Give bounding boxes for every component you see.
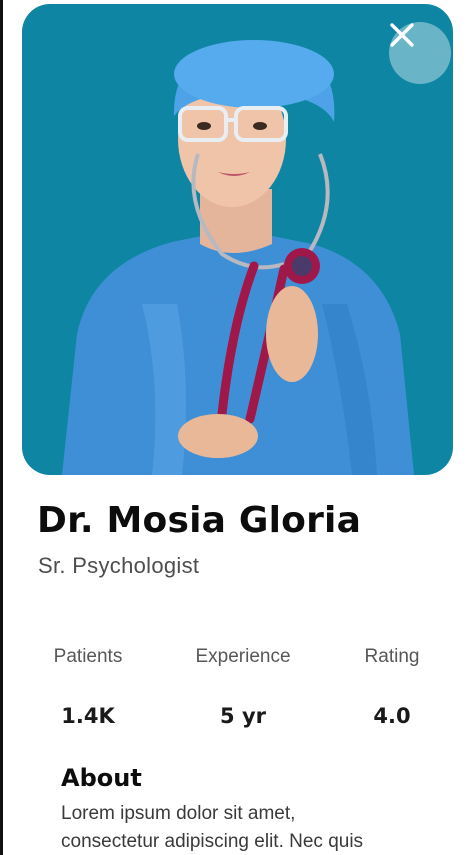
stat-value: 5 yr [220,704,266,728]
doctor-hero-card [22,4,453,475]
close-icon [390,23,414,47]
doctor-name: Dr. Mosia Gloria [37,500,362,541]
stat-experience: Experience 5 yr [168,646,318,728]
about-text: Lorem ipsum dolor sit amet, consectetur … [61,800,441,855]
doctor-photo [62,40,414,475]
stat-rating: Rating 4.0 [317,646,467,728]
stat-label: Rating [364,646,420,667]
left-edge-divider [0,0,3,855]
about-line: consectetur adipiscing elit. Nec quis [61,831,364,852]
close-button[interactable] [389,22,451,84]
stat-patients: Patients 1.4K [13,646,163,728]
about-line: Lorem ipsum dolor sit amet, [61,803,296,824]
about-heading: About [61,764,142,792]
doctor-title: Sr. Psychologist [38,553,200,578]
stat-label: Experience [195,646,291,667]
stat-value: 1.4K [61,704,115,728]
stat-label: Patients [53,646,123,667]
stat-value: 4.0 [373,704,411,728]
